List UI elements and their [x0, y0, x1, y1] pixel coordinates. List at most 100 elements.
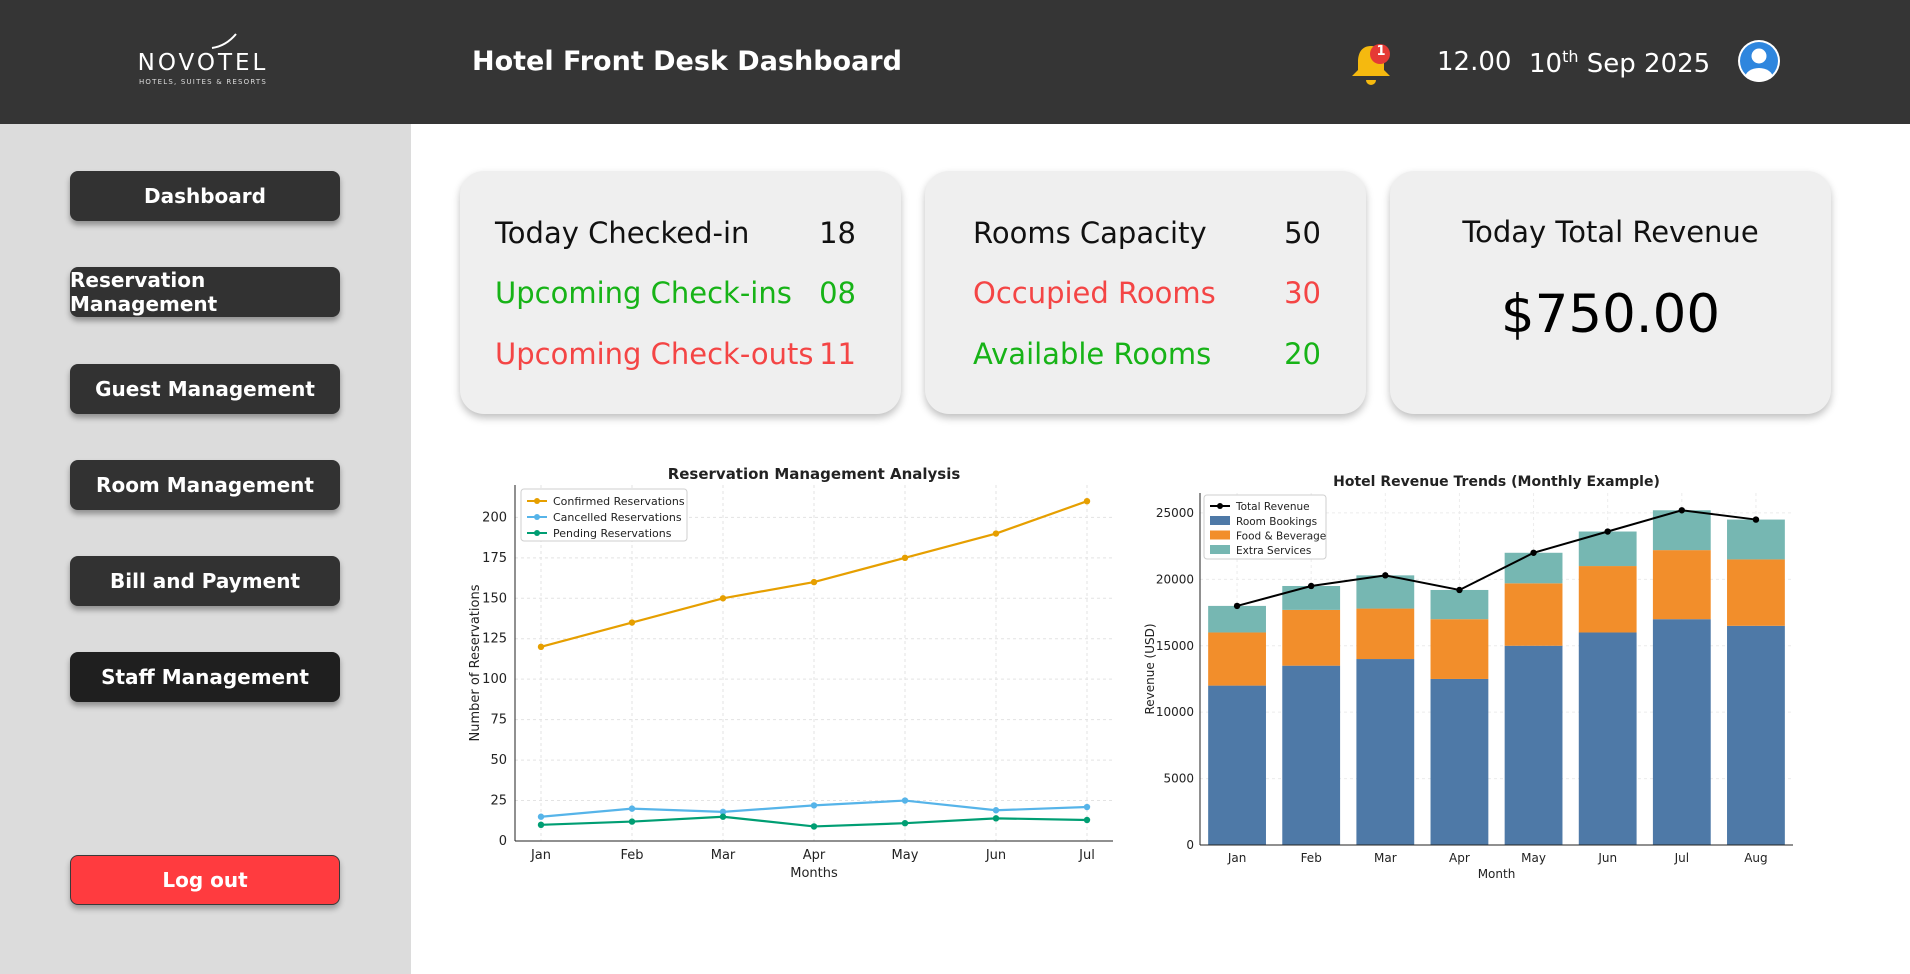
logo-swoosh-icon: [211, 33, 237, 49]
stacked-bar-segment: [1578, 566, 1637, 633]
sidebar-item-room-management[interactable]: Room Management: [70, 460, 340, 510]
sidebar-item-reservation-management[interactable]: Reservation Management: [70, 267, 340, 317]
data-point: [992, 815, 1000, 822]
data-point: [1083, 497, 1091, 505]
legend-label: Extra Services: [1236, 545, 1311, 557]
x-tick-label: Jun: [1597, 851, 1617, 865]
stacked-bar-segment: [1504, 583, 1563, 646]
occupied-rooms-value: 30: [1284, 276, 1321, 310]
stacked-bar-segment: [1430, 619, 1489, 679]
data-point: [810, 823, 818, 830]
x-tick-label: Apr: [803, 848, 826, 863]
data-point: [992, 807, 1000, 814]
checkins-card: Today Checked-in 18 Upcoming Check-ins 0…: [460, 171, 901, 414]
stacked-bar-segment: [1727, 625, 1785, 845]
y-tick-label: 20000: [1156, 572, 1194, 586]
y-tick-label: 15000: [1156, 639, 1194, 653]
user-avatar[interactable]: [1738, 40, 1780, 82]
x-tick-label: Jun: [985, 848, 1006, 863]
total-revenue-point: [1530, 549, 1537, 556]
y-tick-label: 0: [1186, 838, 1194, 852]
upcoming-checkouts-label: Upcoming Check-outs: [495, 337, 814, 371]
logout-button[interactable]: Log out: [70, 855, 340, 905]
page-title: Hotel Front Desk Dashboard: [472, 46, 902, 77]
upcoming-checkouts-row: Upcoming Check-outs 11: [495, 337, 856, 371]
total-revenue-point: [1456, 586, 1463, 594]
y-tick-label: 25000: [1156, 506, 1194, 520]
y-axis-label: Number of Reservations: [468, 584, 483, 741]
data-point: [628, 805, 636, 812]
stacked-bar-segment: [1504, 645, 1563, 845]
stacked-bar-segment: [1430, 589, 1489, 620]
sidebar-item-guest-management[interactable]: Guest Management: [70, 364, 340, 414]
legend-swatch: [1210, 530, 1230, 540]
stacked-bar-segment: [1504, 552, 1563, 584]
stacked-bar-segment: [1430, 678, 1489, 845]
y-tick-label: 100: [482, 672, 507, 687]
data-point: [901, 820, 909, 827]
top-bar: NOVOTEL HOTELS, SUITES & RESORTS Hotel F…: [0, 0, 1910, 124]
legend-marker: [534, 530, 540, 536]
y-axis-label: Revenue (USD): [1143, 623, 1157, 714]
x-tick-label: Feb: [1301, 851, 1322, 865]
data-point: [537, 813, 545, 820]
data-point: [719, 813, 727, 820]
date-day: 10: [1529, 49, 1563, 79]
data-point: [810, 802, 818, 809]
total-revenue-point: [1678, 507, 1686, 514]
stacked-bar-segment: [1727, 559, 1785, 626]
data-point: [628, 818, 636, 825]
revenue-card: Today Total Revenue $750.00: [1390, 171, 1831, 414]
data-point: [1083, 816, 1091, 824]
notification-count-badge: 1: [1376, 44, 1386, 59]
sidebar-item-bill-and-payment[interactable]: Bill and Payment: [70, 556, 340, 606]
x-tick-label: Mar: [711, 848, 736, 863]
x-tick-label: Aug: [1744, 851, 1767, 865]
legend-swatch: [1210, 545, 1230, 554]
data-point: [901, 797, 909, 804]
today-checked-in-row: Today Checked-in 18: [495, 216, 856, 250]
x-tick-label: Jul: [1674, 851, 1689, 865]
sidebar-item-dashboard[interactable]: Dashboard: [70, 171, 340, 221]
available-rooms-value: 20: [1284, 337, 1321, 371]
y-tick-label: 25: [490, 794, 507, 809]
data-point: [537, 821, 545, 829]
x-tick-label: May: [892, 848, 919, 863]
y-tick-label: 0: [499, 834, 507, 849]
upcoming-checkins-row: Upcoming Check-ins 08: [495, 276, 856, 310]
stacked-bar-segment: [1652, 619, 1711, 845]
y-tick-label: 75: [490, 713, 507, 728]
data-point: [537, 643, 545, 651]
y-tick-label: 50: [490, 753, 507, 768]
legend-marker: [534, 514, 540, 520]
x-tick-label: Jan: [1227, 851, 1247, 865]
x-tick-label: Jan: [530, 848, 551, 863]
legend-marker: [534, 498, 540, 504]
data-point: [810, 578, 818, 586]
today-checked-in-label: Today Checked-in: [495, 216, 750, 250]
legend-label: Room Bookings: [1236, 516, 1317, 528]
rooms-capacity-value: 50: [1284, 216, 1321, 250]
legend-marker: [1217, 503, 1223, 509]
total-revenue-point: [1604, 528, 1611, 535]
upcoming-checkins-value: 08: [819, 276, 856, 310]
chart-title: Hotel Revenue Trends (Monthly Example): [1333, 474, 1660, 490]
current-time: 12.00: [1437, 47, 1512, 77]
notification-bell-button[interactable]: 1: [1348, 40, 1392, 86]
sidebar-item-staff-management[interactable]: Staff Management: [70, 652, 340, 702]
stacked-bar-segment: [1652, 550, 1711, 620]
occupied-rooms-label: Occupied Rooms: [973, 276, 1216, 310]
novotel-logo[interactable]: NOVOTEL HOTELS, SUITES & RESORTS: [118, 30, 288, 90]
reservation-analysis-chart: Reservation Management Analysis 0 25 50 75 10…: [468, 465, 1113, 881]
stacked-bar-segment: [1208, 605, 1266, 633]
legend-label: Food & Beverage: [1236, 531, 1326, 543]
y-tick-label: 10000: [1156, 705, 1194, 719]
y-tick-label: 150: [482, 591, 507, 606]
data-point: [719, 595, 727, 602]
occupied-rooms-row: Occupied Rooms 30: [973, 276, 1321, 310]
x-tick-label: Jul: [1078, 848, 1095, 863]
rooms-card: Rooms Capacity 50 Occupied Rooms 30 Avai…: [925, 171, 1366, 414]
rooms-capacity-label: Rooms Capacity: [973, 216, 1207, 250]
revenue-trends-chart: Hotel Revenue Trends (Monthly Example) 0 5…: [1143, 474, 1793, 881]
available-rooms-row: Available Rooms 20: [973, 337, 1321, 371]
